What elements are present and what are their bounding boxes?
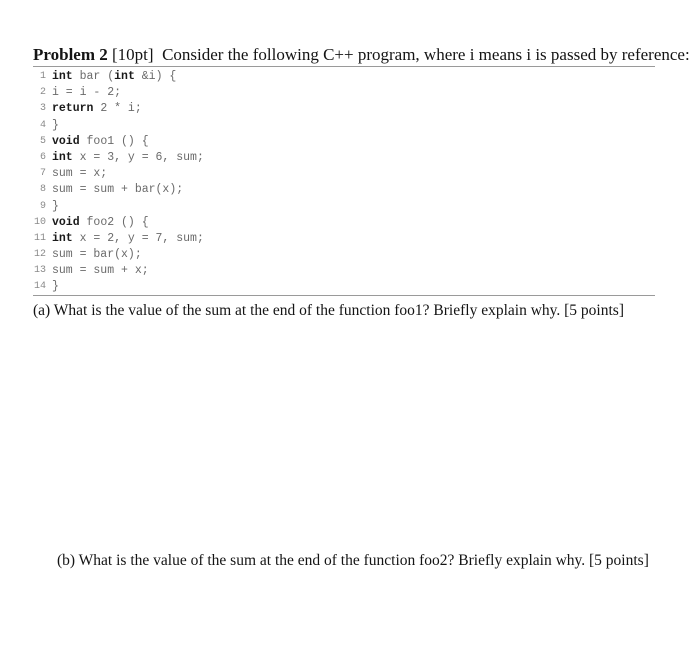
code-line: 5 void foo1 () { — [28, 134, 204, 150]
code-text: } — [52, 199, 59, 215]
code-text: void foo1 () { — [52, 134, 149, 150]
code-token: 2 * i; — [93, 102, 142, 116]
line-number: 9 — [39, 200, 46, 212]
code-text: void foo2 () { — [52, 215, 149, 231]
line-number: 10 — [33, 216, 46, 228]
line-number: 8 — [39, 184, 46, 196]
code-line: 3 return 2 * i; — [28, 101, 204, 117]
code-text: return 2 * i; — [52, 101, 142, 117]
bottom-divider — [33, 295, 655, 296]
code-text: int x = 2, y = 7, sum; — [52, 231, 204, 247]
code-token: foo1 () { — [79, 134, 149, 148]
code-text: sum = bar(x); — [52, 247, 142, 263]
code-text: } — [52, 279, 59, 295]
line-number: 14 — [33, 281, 46, 293]
code-line: 2 i = i - 2; — [28, 85, 204, 101]
line-number: 5 — [39, 135, 46, 147]
code-keyword: int — [52, 150, 73, 164]
code-text: int x = 3, y = 6, sum; — [52, 150, 204, 166]
line-number: 11 — [33, 232, 46, 244]
line-number: 7 — [39, 168, 46, 180]
code-keyword: void — [52, 215, 80, 229]
line-number: 12 — [33, 249, 46, 261]
code-line: 7 sum = x; — [28, 166, 204, 182]
code-line: 6 int x = 3, y = 6, sum; — [28, 150, 204, 166]
code-token: } — [52, 118, 59, 132]
code-text: } — [52, 118, 59, 134]
line-number: 1 — [39, 71, 46, 82]
problem-header: Problem 2 [10pt] Consider the following … — [33, 45, 690, 65]
code-keyword: return — [52, 102, 94, 116]
line-number: 6 — [39, 151, 46, 163]
code-text: int bar (int &i) { — [52, 69, 176, 85]
code-line: 8 sum = sum + bar(x); — [28, 182, 204, 198]
problem-points: [10pt] — [112, 45, 154, 64]
code-line: 14} — [28, 279, 204, 295]
code-keyword: void — [52, 134, 80, 148]
line-number: 13 — [33, 265, 46, 277]
code-token: sum = sum + x; — [52, 264, 149, 278]
code-token: sum = x; — [52, 167, 108, 181]
code-token: bar ( — [72, 70, 115, 83]
problem-label: Problem 2 — [33, 45, 108, 64]
code-token: sum = bar(x); — [52, 248, 142, 262]
code-line: 11 int x = 2, y = 7, sum; — [28, 231, 204, 247]
line-number: 4 — [39, 119, 46, 131]
code-keyword: int — [114, 70, 135, 83]
question-a: (a) What is the value of the sum at the … — [33, 302, 624, 319]
code-keyword: int — [52, 231, 73, 245]
problem-prompt: Consider the following C++ program, wher… — [162, 45, 690, 64]
code-token: } — [52, 280, 59, 294]
code-text: sum = sum + bar(x); — [52, 182, 183, 198]
code-text: sum = sum + x; — [52, 263, 149, 279]
code-token: x = 2, y = 7, sum; — [72, 231, 204, 245]
code-token: i = i - 2; — [52, 86, 122, 100]
question-b: (b) What is the value of the sum at the … — [57, 552, 649, 569]
code-text: sum = x; — [52, 166, 107, 182]
code-line: 9} — [28, 199, 204, 215]
code-line: 1 int bar (int &i) { — [28, 69, 204, 85]
line-number: 2 — [39, 87, 46, 99]
line-number: 3 — [39, 103, 46, 115]
code-line: 10 void foo2 () { — [28, 215, 204, 231]
code-line: 13 sum = sum + x; — [28, 263, 204, 279]
code-line: 12 sum = bar(x); — [28, 247, 204, 263]
top-divider — [33, 66, 655, 67]
code-token: sum = sum + bar(x); — [52, 183, 184, 197]
code-token: &i) { — [134, 70, 177, 83]
code-token: foo2 () { — [79, 215, 149, 229]
code-line: 4} — [28, 118, 204, 134]
code-keyword: int — [52, 70, 73, 83]
code-token: } — [52, 199, 59, 213]
code-listing: 1 int bar (int &i) {2 i = i - 2; 3 return 2 … — [28, 69, 204, 296]
code-text: i = i - 2; — [52, 85, 121, 101]
code-token: x = 3, y = 6, sum; — [72, 150, 204, 164]
